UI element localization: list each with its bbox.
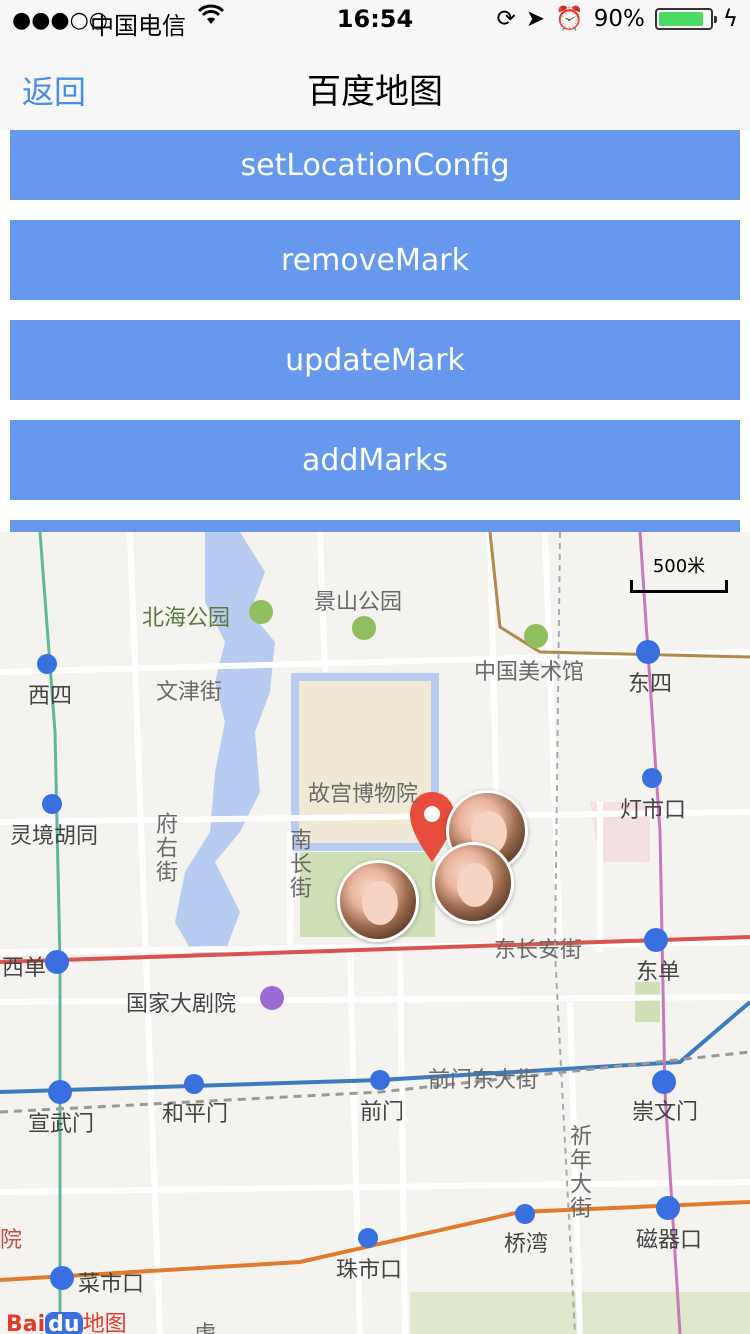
map-label-yuan: 院 bbox=[0, 1228, 23, 1253]
charging-icon: ϟ bbox=[722, 5, 738, 32]
map-label-gugong: 故宫博物院 bbox=[308, 782, 419, 807]
map-label-qiaowan: 桥湾 bbox=[504, 1232, 549, 1257]
map-label-beihai: 北海公园 bbox=[142, 606, 231, 631]
battery-icon bbox=[654, 7, 717, 30]
map-label-dongchangan: 东长安街 bbox=[494, 938, 583, 963]
location-arrow-icon: ➤ bbox=[525, 5, 546, 32]
map-label-fuyou: 府右街 bbox=[152, 812, 177, 884]
map-label-chongwenmen: 崇文门 bbox=[632, 1100, 699, 1125]
map-label-hu: 虎 bbox=[194, 1316, 216, 1334]
rotation-lock-icon: ⟳ bbox=[496, 5, 516, 32]
avatar-marker[interactable] bbox=[432, 842, 514, 924]
map-label-wenjin: 文津街 bbox=[156, 680, 223, 705]
set-location-config-button[interactable]: setLocationConfig bbox=[10, 130, 740, 200]
update-mark-button[interactable]: updateMark bbox=[10, 320, 740, 400]
status-bar: ●●●○○ 中国电信 16:54 ⟳ ➤ ⏰ 90% ϟ bbox=[0, 0, 750, 40]
map-label-dajuyuan: 国家大剧院 bbox=[126, 992, 237, 1017]
map-label-lingjing: 灵境胡同 bbox=[10, 824, 99, 849]
map-label-zhushikou: 珠市口 bbox=[336, 1258, 403, 1283]
action-button-list[interactable]: setLocationConfig removeMark updateMark … bbox=[0, 130, 750, 532]
map-label-xinnian: 祈年大街 bbox=[566, 1124, 591, 1220]
add-marks-button[interactable]: addMarks bbox=[10, 420, 740, 500]
avatar-marker[interactable] bbox=[337, 860, 419, 942]
map-label-caishikou: 菜市口 bbox=[78, 1272, 145, 1297]
map-label-nanchang: 南长街 bbox=[286, 828, 311, 900]
map-label-dongsi: 东四 bbox=[628, 672, 673, 697]
battery-percent: 90% bbox=[593, 5, 645, 32]
map-scale: 500米 bbox=[630, 552, 728, 593]
scale-label: 500米 bbox=[652, 556, 706, 577]
status-right: ⟳ ➤ ⏰ 90% ϟ bbox=[496, 5, 738, 33]
map-label-ciqikou: 磁器口 bbox=[636, 1228, 703, 1253]
baidu-map-logo: Bai du 地图 bbox=[6, 1306, 127, 1334]
map-label-hepingmen: 和平门 bbox=[162, 1102, 229, 1127]
map-label-meishuguan: 中国美术馆 bbox=[474, 660, 585, 685]
map-label-dengshikou: 灯市口 bbox=[620, 798, 687, 823]
scale-bar bbox=[630, 580, 728, 593]
map-label-xuanwumen: 宣武门 bbox=[28, 1112, 95, 1137]
remove-mark-button[interactable]: removeMark bbox=[10, 220, 740, 300]
map-label-xidan: 西单 bbox=[2, 956, 47, 981]
map-label-qianmendong: 前门东大街 bbox=[428, 1068, 539, 1093]
map-label-jingshan: 景山公园 bbox=[314, 590, 403, 615]
navigation-bar: 返回 百度地图 bbox=[0, 40, 750, 130]
page-title: 百度地图 bbox=[307, 72, 443, 112]
next-button-partial[interactable] bbox=[10, 520, 740, 532]
map-label-dongdan: 东单 bbox=[636, 960, 681, 985]
baidu-map-view[interactable]: 北海公园 景山公园 中国美术馆 东四 西四 文津街 故宫博物院 灯市口 灵境胡同… bbox=[0, 532, 750, 1334]
map-label-xisi: 西四 bbox=[28, 684, 73, 709]
alarm-icon: ⏰ bbox=[555, 6, 584, 32]
map-label-qianmen: 前门 bbox=[360, 1100, 405, 1125]
